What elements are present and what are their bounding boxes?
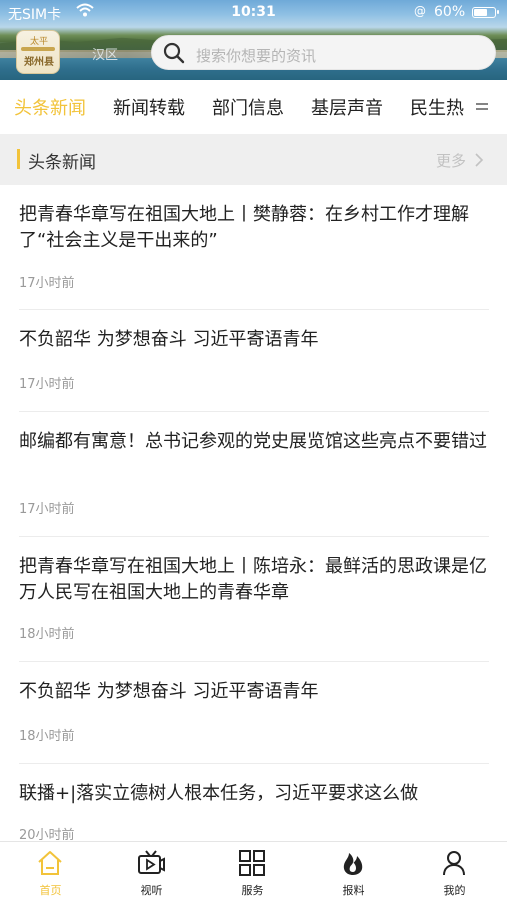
tabbar-label: 首页 bbox=[39, 884, 62, 897]
logo-top-text: 太平 bbox=[29, 37, 48, 47]
search-input[interactable]: 搜索你想要的资讯 bbox=[151, 35, 496, 70]
flame-icon bbox=[343, 853, 363, 875]
logo-text: 郑州县 bbox=[24, 57, 54, 68]
tabbar-label: 我的 bbox=[443, 884, 466, 897]
app-logo[interactable]: 太平 郑州县 bbox=[16, 30, 60, 74]
news-headline[interactable]: 邮编都有寓意！总书记参观的党史展览馆这些亮点不要错过 bbox=[19, 429, 491, 455]
news-time: 17小时前 bbox=[19, 276, 75, 291]
section-title: 头条新闻 bbox=[28, 153, 96, 173]
tabbar-label: 服务 bbox=[241, 884, 264, 897]
section-marker bbox=[17, 149, 20, 169]
tab-headlines[interactable]: 头条新闻 bbox=[14, 94, 86, 120]
tabbar-label: 视听 bbox=[140, 884, 163, 897]
tabbar-home[interactable]: 首页 bbox=[0, 842, 101, 900]
section-header: 头条新闻 更多 bbox=[0, 134, 507, 185]
news-headline[interactable]: 不负韶华 为梦想奋斗 习近平寄语青年 bbox=[19, 679, 491, 705]
location-icon: @ bbox=[414, 4, 426, 18]
bottom-tab-bar: 首页 视听 服务 报料 我的 bbox=[0, 841, 507, 900]
tab-livelihood[interactable]: 民生热 bbox=[410, 94, 464, 120]
user-icon bbox=[443, 851, 465, 876]
home-icon bbox=[38, 851, 62, 875]
news-headline[interactable]: 联播+|落实立德树人根本任务，习近平要求这么做 bbox=[19, 781, 491, 807]
news-time: 20小时前 bbox=[19, 828, 75, 841]
grid-icon bbox=[239, 850, 265, 876]
news-item[interactable]: 把青春华章写在祖国大地上丨陈培永：最鲜活的思政课是亿万人民写在祖国大地上的青春华… bbox=[0, 537, 507, 662]
tab-department-info[interactable]: 部门信息 bbox=[212, 94, 284, 120]
battery-icon bbox=[472, 7, 499, 18]
status-time: 10:31 bbox=[231, 4, 276, 20]
menu-icon[interactable] bbox=[474, 99, 490, 115]
tabbar-label: 报料 bbox=[342, 884, 365, 897]
search-icon bbox=[163, 42, 185, 64]
channel-tabs: 头条新闻 新闻转载 部门信息 基层声音 民生热 bbox=[0, 80, 507, 134]
tab-grassroots-voice[interactable]: 基层声音 bbox=[311, 94, 383, 120]
more-link[interactable]: 更多 bbox=[436, 150, 466, 171]
news-headline[interactable]: 把青春华章写在祖国大地上丨樊静蓉：在乡村工作才理解了“社会主义是干出来的” bbox=[19, 202, 491, 254]
news-time: 17小时前 bbox=[19, 502, 75, 517]
header: 无SIM卡 10:31 @ 60% 太平 郑州县 汉区 搜索你想要的资讯 bbox=[0, 0, 507, 80]
tabbar-media[interactable]: 视听 bbox=[101, 842, 202, 900]
status-bar: 无SIM卡 10:31 @ 60% bbox=[0, 0, 507, 24]
tabbar-report[interactable]: 报料 bbox=[303, 842, 404, 900]
search-placeholder: 搜索你想要的资讯 bbox=[196, 47, 317, 65]
logo-band bbox=[21, 47, 55, 51]
news-item[interactable]: 不负韶华 为梦想奋斗 习近平寄语青年 18小时前 bbox=[0, 662, 507, 764]
chevron-right-icon[interactable] bbox=[474, 153, 484, 167]
news-item[interactable]: 把青春华章写在祖国大地上丨樊静蓉：在乡村工作才理解了“社会主义是干出来的” 17… bbox=[0, 185, 507, 310]
news-time: 17小时前 bbox=[19, 377, 75, 392]
news-headline[interactable]: 把青春华章写在祖国大地上丨陈培永：最鲜活的思政课是亿万人民写在祖国大地上的青春华… bbox=[19, 554, 491, 606]
battery-percentage: 60% bbox=[434, 4, 466, 20]
news-item[interactable]: 不负韶华 为梦想奋斗 习近平寄语青年 17小时前 bbox=[0, 310, 507, 412]
tabbar-profile[interactable]: 我的 bbox=[404, 842, 505, 900]
news-time: 18小时前 bbox=[19, 627, 75, 642]
news-headline[interactable]: 不负韶华 为梦想奋斗 习近平寄语青年 bbox=[19, 327, 491, 353]
tabbar-services[interactable]: 服务 bbox=[202, 842, 303, 900]
tab-news-repost[interactable]: 新闻转载 bbox=[113, 94, 185, 120]
news-time: 18小时前 bbox=[19, 729, 75, 744]
news-item[interactable]: 邮编都有寓意！总书记参观的党史展览馆这些亮点不要错过 17小时前 bbox=[0, 412, 507, 537]
region-label[interactable]: 汉区 bbox=[92, 44, 118, 63]
news-item[interactable]: 联播+|落实立德树人根本任务，习近平要求这么做 20小时前 bbox=[0, 764, 507, 841]
news-list: 把青春华章写在祖国大地上丨樊静蓉：在乡村工作才理解了“社会主义是干出来的” 17… bbox=[0, 185, 507, 841]
tv-icon bbox=[138, 850, 165, 874]
